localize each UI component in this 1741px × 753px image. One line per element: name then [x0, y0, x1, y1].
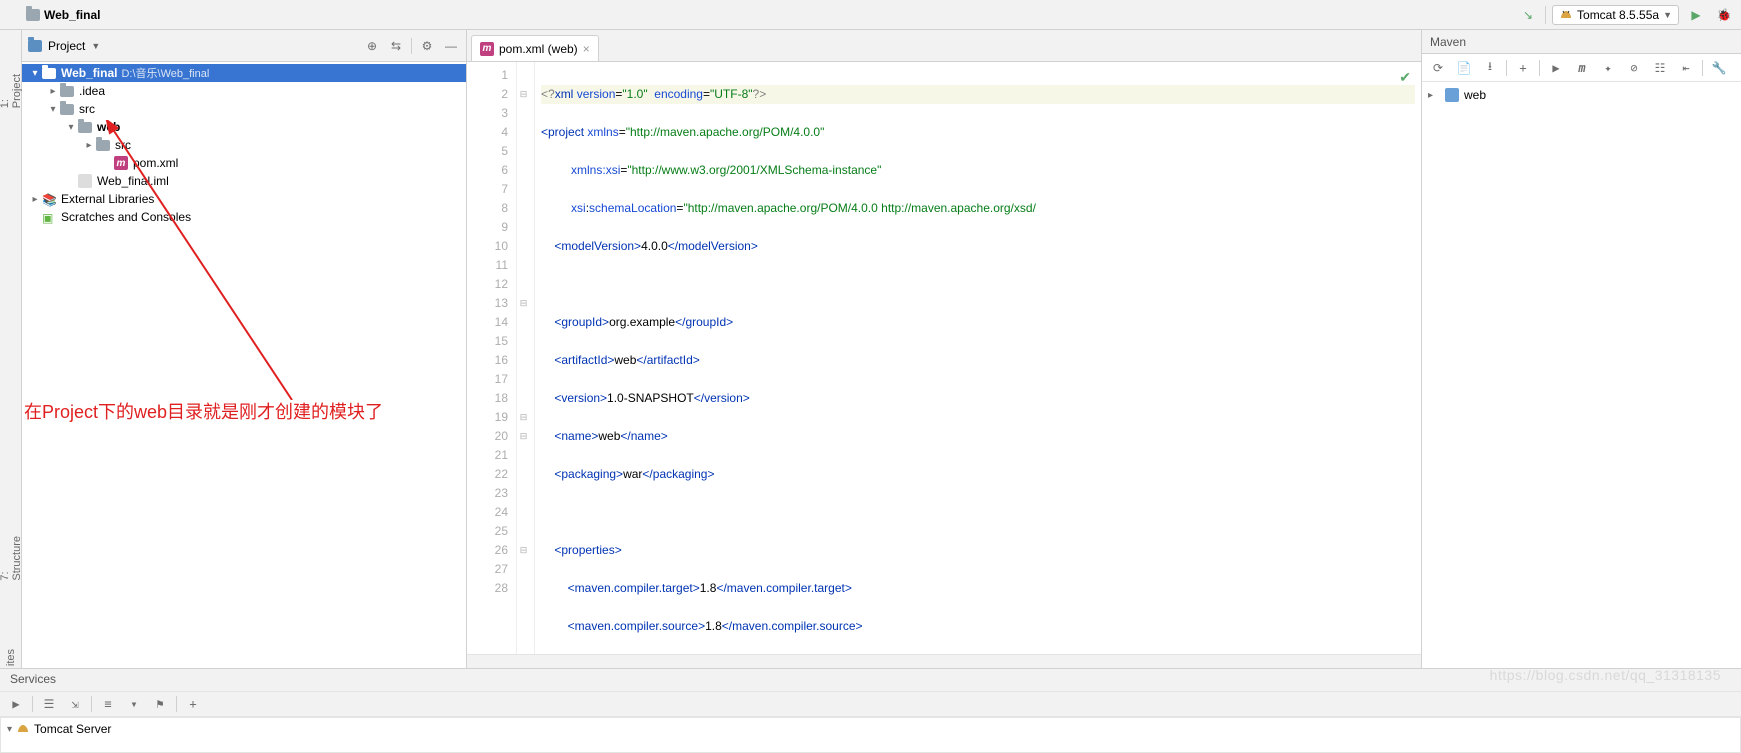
folder-icon	[26, 9, 40, 21]
tree-web-src[interactable]: ▸ src	[22, 136, 466, 154]
horizontal-scrollbar[interactable]	[467, 654, 1421, 668]
run-config-label: Tomcat 8.5.55a	[1577, 8, 1659, 22]
add-icon[interactable]: +	[1513, 58, 1533, 78]
sidebar-tab-favorites[interactable]: ites	[3, 645, 19, 670]
services-filter-icon[interactable]: ▾	[124, 694, 144, 714]
reload-icon[interactable]: ⟳	[1428, 58, 1448, 78]
services-group-icon[interactable]: ≡	[98, 694, 118, 714]
chevron-down-icon: ▼	[1663, 10, 1672, 20]
services-tomcat-row[interactable]: ▾ Tomcat Server	[7, 720, 1734, 738]
services-flag-icon[interactable]: ⚑	[150, 694, 170, 714]
maven-tree[interactable]: ▸ web	[1422, 82, 1741, 668]
generate-sources-icon[interactable]: 📄	[1454, 58, 1474, 78]
tree-src[interactable]: ▾ src	[22, 100, 466, 118]
sidebar-tab-structure[interactable]: 7: Structure	[0, 532, 25, 585]
editor-tab-label: pom.xml (web)	[499, 42, 578, 56]
run-button[interactable]: ▶	[1685, 4, 1707, 26]
fold-gutter[interactable]: ⊟ ⊟ ⊟⊟ ⊟	[517, 62, 535, 654]
services-add-icon[interactable]: +	[183, 694, 203, 714]
skip-tests-icon[interactable]: ⊘	[1624, 58, 1644, 78]
tomcat-icon	[16, 722, 30, 736]
maven-panel-title: Maven	[1422, 30, 1741, 54]
wrench-icon[interactable]: 🔧	[1709, 58, 1729, 78]
maven-project-row[interactable]: ▸ web	[1428, 86, 1735, 104]
tree-pom[interactable]: m pom.xml	[22, 154, 466, 172]
project-panel-title: Project	[48, 39, 85, 53]
annotation-text: 在Project下的web目录就是刚才创建的模块了	[24, 398, 383, 424]
expand-icon[interactable]: ⇆	[387, 37, 405, 55]
maven-file-icon: m	[480, 42, 494, 56]
tree-root[interactable]: ▾ Web_final D:\音乐\Web_final	[22, 64, 466, 82]
run-config-dropdown[interactable]: Tomcat 8.5.55a ▼	[1552, 5, 1679, 25]
inspection-ok-icon: ✔	[1399, 68, 1411, 87]
breadcrumb-root: Web_final	[44, 8, 100, 22]
download-icon[interactable]: ⭳	[1480, 58, 1500, 78]
tree-scratches[interactable]: ▣ Scratches and Consoles	[22, 208, 466, 226]
code-editor[interactable]: <?xml version="1.0" encoding="UTF-8"?> <…	[535, 62, 1421, 654]
tree-iml[interactable]: Web_final.iml	[22, 172, 466, 190]
services-tree-icon[interactable]: ☰	[39, 694, 59, 714]
services-expand-icon[interactable]: ⇲	[65, 694, 85, 714]
gear-icon[interactable]: ⚙	[418, 37, 436, 55]
maven-project-icon	[1445, 88, 1459, 102]
line-number-gutter: 12345 678910 1112131415 1617181920 21222…	[467, 62, 517, 654]
collapse-icon[interactable]: ⇤	[1676, 58, 1696, 78]
tree-web[interactable]: ▾ web	[22, 118, 466, 136]
tomcat-icon	[1559, 8, 1573, 22]
build-icon[interactable]: ↘	[1517, 4, 1539, 26]
editor-tab-pom[interactable]: m pom.xml (web) ×	[471, 35, 599, 61]
watermark-text: https://blog.csdn.net/qq_31318135	[1490, 667, 1721, 683]
services-run-icon[interactable]: ▶	[6, 694, 26, 714]
show-deps-icon[interactable]: ☷	[1650, 58, 1670, 78]
project-tree[interactable]: ▾ Web_final D:\音乐\Web_final ▸ .idea ▾ sr…	[22, 62, 466, 668]
project-icon	[28, 40, 42, 52]
toggle-offline-icon[interactable]: ✦	[1598, 58, 1618, 78]
debug-button[interactable]: 🐞	[1713, 4, 1735, 26]
services-tree[interactable]: ▾ Tomcat Server	[0, 717, 1741, 753]
sidebar-tab-project[interactable]: 1: Project	[0, 70, 25, 112]
breadcrumb[interactable]: Web_final	[6, 8, 100, 22]
chevron-down-icon[interactable]: ▼	[91, 41, 100, 51]
run-maven-icon[interactable]: ▶	[1546, 58, 1566, 78]
execute-goal-icon[interactable]: m	[1572, 58, 1592, 78]
services-panel-title[interactable]: Services	[0, 669, 1741, 691]
close-icon[interactable]: ×	[583, 42, 590, 56]
tree-idea[interactable]: ▸ .idea	[22, 82, 466, 100]
tree-ext-lib[interactable]: ▸📚 External Libraries	[22, 190, 466, 208]
hide-icon[interactable]: —	[442, 37, 460, 55]
locate-icon[interactable]: ⊕	[363, 37, 381, 55]
